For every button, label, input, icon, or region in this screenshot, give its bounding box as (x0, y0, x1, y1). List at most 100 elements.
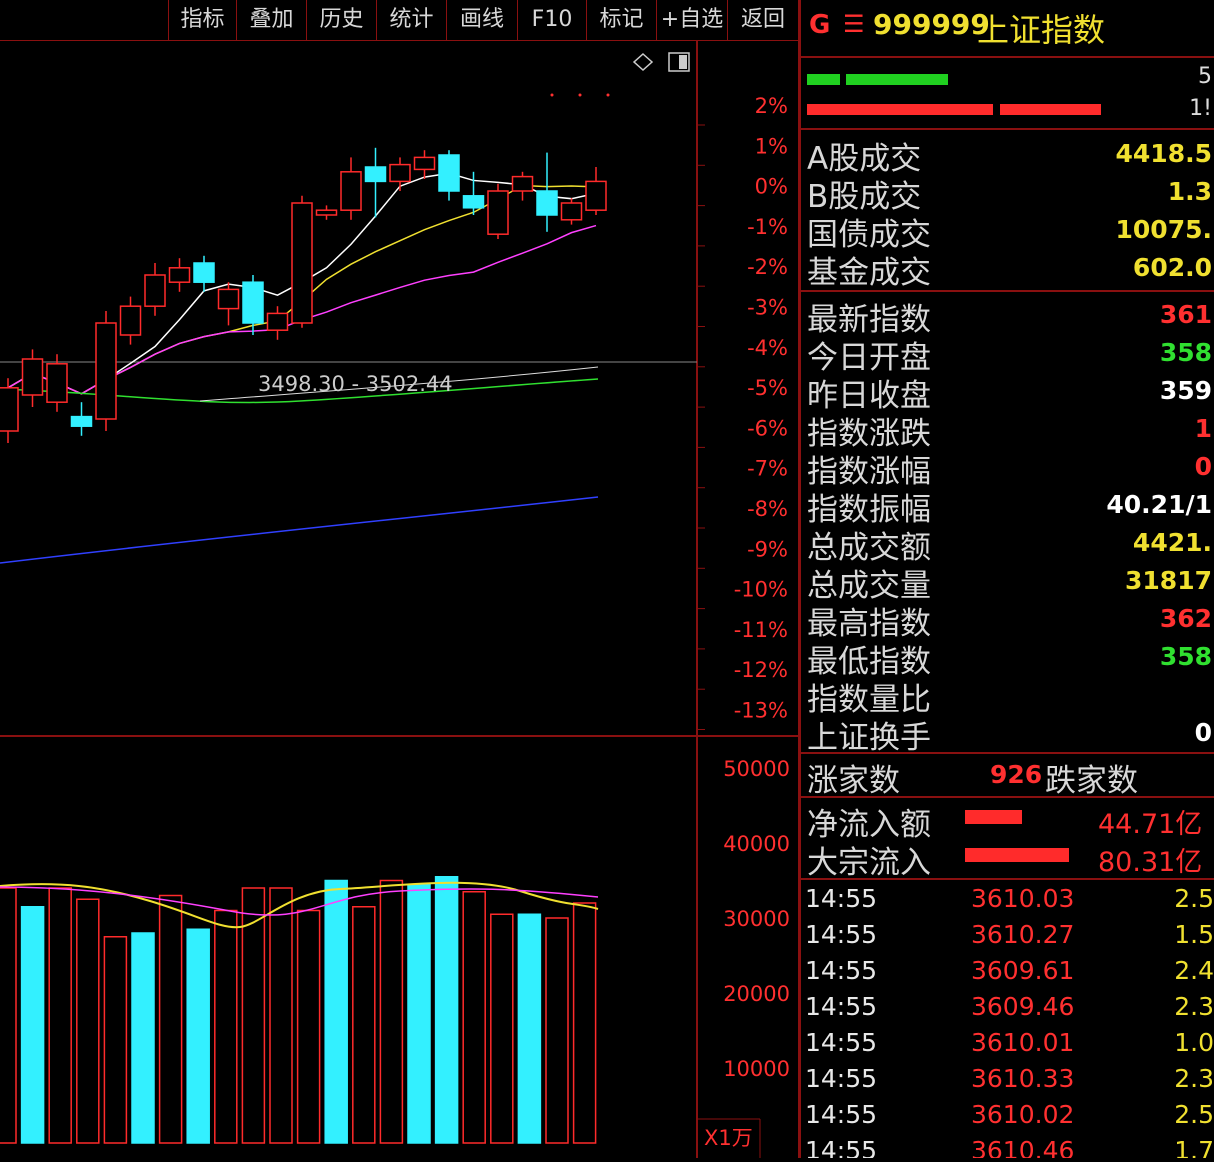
ratio-value-2: 1! (1189, 96, 1212, 121)
volume-bar (379, 879, 404, 1144)
tick-row[interactable]: 14:55 3610.27 1.5 (801, 920, 1214, 956)
candlestick (511, 171, 534, 201)
volume-unit-label: X1万 (704, 1126, 753, 1150)
quote-panel: G ☰ 999999 上证指数 5 1! A股成交 4418.5 B股成交 1.3 国债… (801, 0, 1214, 1158)
candlestick (0, 378, 19, 443)
stat-value: 31817 (1125, 566, 1212, 595)
candle-body (364, 166, 387, 183)
tick-row[interactable]: 14:55 3610.02 2.5 (801, 1100, 1214, 1136)
ratio-bar-green-1 (807, 74, 840, 85)
toolbar-button-8[interactable]: 返回 (727, 0, 798, 40)
volume-bar (324, 879, 348, 1144)
turnover-value: 4418.5 (1115, 139, 1212, 168)
tick-price: 3610.01 (971, 1028, 1075, 1057)
tick-time: 14:55 (805, 1100, 878, 1129)
toolbar-button-2[interactable]: 历史 (306, 0, 376, 40)
security-code: 999999 (873, 8, 990, 41)
candle-body (340, 171, 362, 211)
toolbar-button-6[interactable]: 标记 (586, 0, 656, 40)
volume-tick-label: 50000 (723, 757, 790, 781)
divider (801, 56, 1214, 58)
candle-body (119, 305, 142, 336)
marker-dot (550, 93, 554, 97)
tick-price: 3610.02 (971, 1100, 1075, 1129)
candlestick (340, 157, 362, 220)
stat-value: 362 (1159, 604, 1212, 633)
tick-row[interactable]: 14:55 3609.46 2.3 (801, 992, 1214, 1028)
candle-body (536, 190, 558, 216)
candlestick (168, 258, 191, 292)
divider (801, 796, 1214, 798)
candlestick (315, 205, 338, 220)
stat-value: 358 (1159, 642, 1212, 671)
tick-row[interactable]: 14:55 3610.46 1.7 (801, 1136, 1214, 1158)
candle-body (438, 154, 460, 192)
range-label: 3498.30 - 3502.44 (258, 372, 453, 396)
stat-value: 361 (1159, 300, 1212, 329)
divider (801, 878, 1214, 880)
candle-body (291, 202, 313, 324)
percent-tick-label: -4% (747, 336, 788, 360)
volume-bars (0, 876, 597, 1144)
tick-row[interactable]: 14:55 3610.33 2.3 (801, 1064, 1214, 1100)
candle-body (70, 415, 93, 427)
candlestick (291, 195, 313, 328)
menu-icon[interactable]: ☰ (843, 10, 865, 38)
volume-bar (158, 894, 183, 1144)
flow-label: 大宗流入 (807, 845, 931, 881)
candle-body (389, 163, 411, 183)
volume-bar (214, 909, 238, 1144)
candlestick (585, 167, 607, 215)
candlestick (217, 282, 240, 326)
toolbar-button-3[interactable]: 统计 (376, 0, 446, 40)
percent-tick-label: 2% (755, 94, 788, 118)
panel-toggle-icon-fill (679, 55, 687, 69)
volume-tick-label: 30000 (723, 907, 790, 931)
tick-row[interactable]: 14:55 3609.61 2.4 (801, 956, 1214, 992)
kline-chart-area[interactable]: 3498.30 - 3502.44 2% 1% 0% -1% -2% -3% -4% -5% -… (0, 41, 798, 1158)
stat-value: 40.21/1 (1106, 490, 1212, 519)
tick-price: 3610.46 (971, 1136, 1075, 1158)
volume-bar (0, 887, 17, 1144)
percent-tick-label: -11% (734, 618, 788, 642)
toolbar-button-7[interactable]: +自选 (656, 0, 727, 40)
percent-tick-label: -12% (734, 658, 788, 682)
ratio-value-1: 5 (1198, 64, 1212, 89)
ratio-bar-red-1 (807, 104, 993, 115)
tick-volume: 2.4 (1174, 956, 1214, 985)
flag-badge[interactable]: G (809, 10, 830, 40)
volume-bar (186, 928, 210, 1144)
turnover-value: 10075. (1115, 215, 1212, 244)
kline-chart[interactable]: 3498.30 - 3502.44 2% 1% 0% -1% -2% -3% -4% -5% -… (0, 41, 798, 1158)
stat-label: 上证换手 (807, 720, 931, 756)
marker-dot (606, 93, 610, 97)
tick-row[interactable]: 14:55 3610.03 2.5 (801, 884, 1214, 920)
candlestick (536, 152, 558, 232)
volume-tick-label: 40000 (723, 832, 790, 856)
view-controls[interactable] (550, 52, 690, 97)
candlesticks (0, 147, 607, 443)
tick-volume: 1.7 (1174, 1136, 1214, 1158)
security-name: 上证指数 (977, 11, 1106, 49)
candle-body (0, 387, 19, 432)
ratio-bar-red-2 (1000, 104, 1101, 115)
tick-row[interactable]: 14:55 3610.01 1.0 (801, 1028, 1214, 1064)
toolbar-button-1[interactable]: 叠加 (236, 0, 306, 40)
percent-tick-label: -3% (747, 296, 788, 320)
toolbar-button-0[interactable]: 指标 (168, 0, 236, 40)
percent-tick-label: -9% (747, 537, 788, 561)
diamond-icon[interactable] (632, 52, 654, 72)
toolbar-button-5[interactable]: F10 (517, 0, 586, 40)
volume-bar (296, 909, 321, 1144)
candlestick (413, 150, 436, 179)
percent-tick-label: -7% (747, 457, 788, 481)
candlestick (95, 311, 117, 431)
percent-tick-label: -1% (747, 215, 788, 239)
toolbar-button-4[interactable]: 画线 (446, 0, 517, 40)
stat-value: 359 (1159, 376, 1212, 405)
percent-tick-label: -5% (747, 376, 788, 400)
ratio-bar-green-2 (846, 74, 948, 85)
candlestick (193, 255, 215, 292)
candlestick (438, 150, 460, 201)
candlestick (487, 183, 509, 239)
